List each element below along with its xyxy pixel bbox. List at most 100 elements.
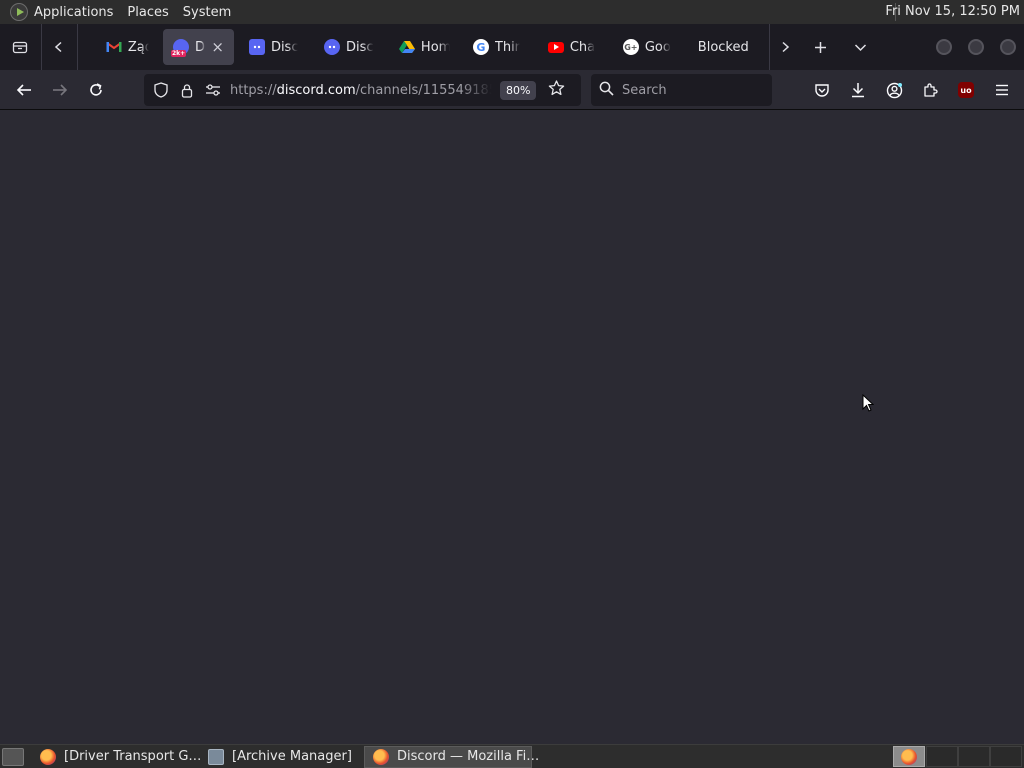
plus-icon <box>815 41 827 53</box>
applications-menu[interactable]: Applications <box>34 5 113 20</box>
account-icon <box>886 82 902 98</box>
chevron-left-icon <box>55 41 62 53</box>
tab-label: Blocked <box>697 39 749 55</box>
tab-discord-active[interactable]: 2k+ Di × <box>162 29 234 65</box>
google-icon: G <box>472 39 489 55</box>
tab-google[interactable]: G Thir <box>463 29 534 65</box>
tab-discord-3[interactable]: Disc <box>314 29 385 65</box>
gmail-icon <box>106 39 122 55</box>
tab-label: Żąda <box>127 39 149 55</box>
taskbar-item-label: [Archive Manager] <box>232 749 352 764</box>
pocket-icon <box>815 83 829 97</box>
reload-button[interactable] <box>80 74 112 106</box>
firefox-icon <box>901 748 917 765</box>
archive-manager-icon <box>208 748 224 765</box>
toolbar-tools: uo <box>802 74 1018 106</box>
tabstrip-separator <box>41 24 43 70</box>
minimize-window-icon[interactable] <box>935 39 952 55</box>
mouse-cursor-icon <box>862 393 875 416</box>
ublock-origin-button[interactable]: uo <box>950 74 982 106</box>
url-scheme: https:// <box>230 82 277 98</box>
show-desktop-icon[interactable] <box>2 747 24 766</box>
tab-youtube[interactable]: Cha <box>538 29 609 65</box>
account-button[interactable] <box>878 74 910 106</box>
page-content[interactable] <box>0 111 1024 744</box>
system-logo-icon[interactable] <box>10 3 28 21</box>
puzzle-piece-icon <box>924 83 938 97</box>
maximize-window-icon[interactable] <box>967 39 984 55</box>
firefox-icon <box>373 748 389 765</box>
workspace-2[interactable] <box>926 746 958 767</box>
tab-google-lens[interactable]: G+ Goo <box>613 29 684 65</box>
zoom-level-button[interactable]: 80% <box>500 80 537 100</box>
hamburger-menu-icon <box>996 84 1008 96</box>
reload-icon <box>90 82 102 96</box>
ublock-origin-icon: uo <box>958 82 974 98</box>
scroll-tabs-left-button[interactable] <box>45 33 72 61</box>
workspace-3[interactable] <box>958 746 990 767</box>
url-path: /channels/1155491858 <box>355 82 492 98</box>
discord-notification-icon: 2k+ <box>170 39 189 57</box>
close-tab-icon[interactable]: × <box>211 38 224 56</box>
tab-strip: Żąda 2k+ Di × Disc Disc Hom G Thir Cha G… <box>0 24 1024 70</box>
firefox-view-icon <box>12 41 27 54</box>
forward-button[interactable] <box>44 74 76 106</box>
tab-label: Goo <box>644 39 671 55</box>
new-tab-button[interactable] <box>807 33 834 61</box>
google-lens-icon: G+ <box>622 39 639 55</box>
tab-label: Cha <box>569 39 596 55</box>
google-drive-icon <box>398 39 415 55</box>
chevron-down-icon <box>854 43 866 51</box>
list-all-tabs-button[interactable] <box>847 33 874 61</box>
tab-discord-2[interactable]: Disc <box>239 29 308 65</box>
search-bar[interactable] <box>591 74 772 106</box>
close-window-icon[interactable] <box>999 39 1016 55</box>
discord-square-icon <box>248 39 265 55</box>
tab-label: Thir <box>494 39 521 55</box>
permissions-icon[interactable] <box>202 83 224 97</box>
tab-google-drive[interactable]: Hom <box>389 29 460 65</box>
pocket-button[interactable] <box>806 74 838 106</box>
url-text[interactable]: https://discord.com/channels/1155491858 <box>230 83 492 98</box>
firefox-view-button[interactable] <box>6 33 33 61</box>
tabstrip-separator <box>76 24 78 70</box>
tab-blocked[interactable]: Blocked <box>688 29 763 65</box>
taskbar-item-label: Discord — Mozilla Fi… <box>397 749 540 764</box>
application-menu-button[interactable] <box>986 74 1018 106</box>
lock-icon[interactable] <box>176 83 198 98</box>
tab-label: Hom <box>420 39 450 55</box>
extensions-button[interactable] <box>914 74 946 106</box>
system-menu[interactable]: System <box>183 5 231 20</box>
download-icon <box>852 83 864 98</box>
bookmark-star-icon[interactable] <box>548 80 565 100</box>
discord-icon <box>323 39 340 55</box>
back-button[interactable] <box>8 74 40 106</box>
search-input[interactable] <box>622 82 762 98</box>
tab-label: Disc <box>345 39 374 55</box>
tab-label: Di <box>194 39 205 55</box>
taskbar: [Driver Transport G… [Archive Manager] D… <box>0 744 1024 768</box>
tracking-protection-shield-icon[interactable] <box>150 82 172 98</box>
youtube-icon <box>547 41 564 53</box>
navigation-toolbar: https://discord.com/channels/1155491858 … <box>0 70 1024 110</box>
tab-label: Disc <box>270 39 298 55</box>
url-host: discord.com <box>276 82 356 98</box>
workspace-4[interactable] <box>990 746 1022 767</box>
url-bar[interactable]: https://discord.com/channels/1155491858 … <box>144 74 581 106</box>
tabstrip-separator <box>768 24 770 70</box>
taskbar-item-driver-transport[interactable]: [Driver Transport G… <box>32 746 201 768</box>
taskbar-item-label: [Driver Transport G… <box>64 749 202 764</box>
window-controls <box>928 39 1024 55</box>
chevron-right-icon <box>782 41 790 53</box>
search-icon <box>599 81 614 100</box>
places-menu[interactable]: Places <box>127 5 168 20</box>
firefox-icon <box>40 748 56 765</box>
taskbar-item-archive-manager[interactable]: [Archive Manager] <box>200 746 360 768</box>
workspace-1[interactable] <box>893 746 925 767</box>
downloads-button[interactable] <box>842 74 874 106</box>
scroll-tabs-right-button[interactable] <box>772 33 799 61</box>
clock[interactable]: Fri Nov 15, 12:50 PM <box>885 4 1020 19</box>
notification-badge: 2k+ <box>170 50 187 57</box>
tab-gmail[interactable]: Żąda <box>96 29 159 65</box>
taskbar-item-discord-firefox[interactable]: Discord — Mozilla Fi… <box>364 745 539 768</box>
